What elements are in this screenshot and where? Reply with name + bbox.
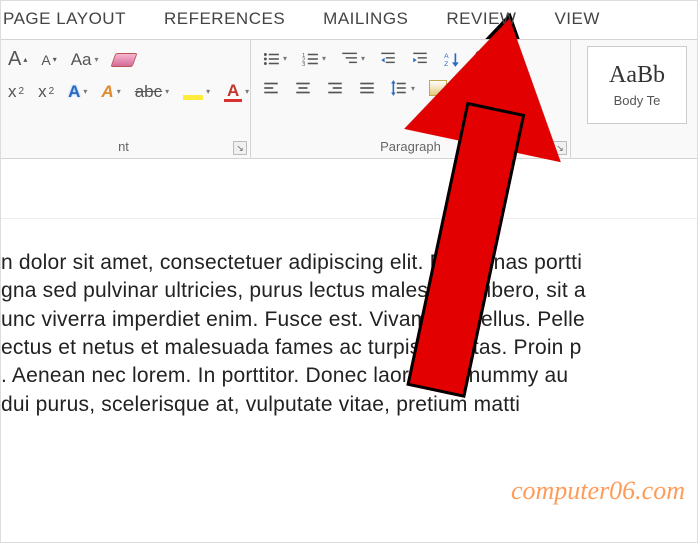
- group-label-paragraph: Paragraph: [259, 139, 562, 156]
- increase-indent-button[interactable]: [408, 48, 432, 70]
- group-font: A▴ A▾ Aa▾ x2 x2 A▾ A▾ abc▾ ▾ A: [1, 40, 251, 158]
- numbering-icon: 123: [301, 50, 319, 68]
- text-effects-button[interactable]: A▾: [65, 80, 90, 104]
- tab-page-layout[interactable]: PAGE LAYOUT: [1, 9, 126, 29]
- watermark-text: computer06.com: [511, 476, 685, 506]
- shading-button[interactable]: ▾: [426, 78, 457, 98]
- svg-text:Z: Z: [444, 60, 448, 67]
- strikethrough-button[interactable]: abc▾: [132, 80, 172, 104]
- tab-references[interactable]: REFERENCES: [164, 9, 285, 29]
- sort-icon: AZ: [443, 50, 461, 68]
- shading-icon: [429, 80, 447, 96]
- align-left-icon: [262, 79, 280, 97]
- eraser-icon: [110, 53, 137, 67]
- doc-line: n dolor sit amet, consectetuer adipiscin…: [1, 249, 697, 277]
- ruler-area: [1, 159, 697, 219]
- line-spacing-icon: [390, 79, 408, 97]
- doc-line: . Aenean nec lorem. In porttitor. Donec …: [1, 362, 697, 390]
- font-color-bar-icon: [224, 99, 242, 102]
- justify-button[interactable]: [355, 77, 379, 99]
- style-name-text: Body Te: [588, 93, 686, 108]
- shrink-font-button[interactable]: A▾: [38, 50, 59, 70]
- tab-review[interactable]: REVIEW: [446, 9, 516, 29]
- align-center-button[interactable]: [291, 77, 315, 99]
- highlight-color-button[interactable]: ▾: [180, 81, 213, 102]
- decrease-indent-button[interactable]: [376, 48, 400, 70]
- tab-mailings[interactable]: MAILINGS: [323, 9, 408, 29]
- style-gallery-item[interactable]: AaBb Body Te: [587, 46, 687, 124]
- subscript-button[interactable]: x2: [5, 80, 27, 104]
- change-case-button[interactable]: Aa▾: [68, 48, 102, 72]
- ribbon-tab-strip: PAGE LAYOUT REFERENCES MAILINGS REVIEW V…: [1, 1, 697, 39]
- group-styles: AaBb Body Te: [571, 40, 697, 158]
- grow-font-button[interactable]: A▴: [5, 46, 30, 73]
- align-right-icon: [326, 79, 344, 97]
- doc-line: unc viverra imperdiet enim. Fusce est. V…: [1, 306, 697, 334]
- group-label-font: nt: [5, 139, 242, 156]
- document-page[interactable]: n dolor sit amet, consectetuer adipiscin…: [1, 219, 697, 419]
- multilevel-icon: [340, 50, 358, 68]
- doc-line: gna sed pulvinar ultricies, purus lectus…: [1, 277, 697, 305]
- doc-line: dui purus, scelerisque at, vulputate vit…: [1, 391, 697, 419]
- tab-view[interactable]: VIEW: [554, 9, 599, 29]
- svg-text:3: 3: [302, 61, 305, 67]
- align-right-button[interactable]: [323, 77, 347, 99]
- align-center-icon: [294, 79, 312, 97]
- superscript-button[interactable]: x2: [35, 80, 57, 104]
- outdent-icon: [379, 50, 397, 68]
- highlight-icon: [183, 95, 203, 100]
- doc-line: ectus et netus et malesuada fames ac tur…: [1, 334, 697, 362]
- group-paragraph: ▾ 123▾ ▾ AZ ¶: [251, 40, 571, 158]
- numbering-button[interactable]: 123▾: [298, 48, 329, 70]
- clear-formatting-button[interactable]: [110, 51, 138, 69]
- bullets-icon: [262, 50, 280, 68]
- paragraph-dialog-launcher[interactable]: ↘: [553, 141, 567, 155]
- font-dialog-launcher[interactable]: ↘: [233, 141, 247, 155]
- show-marks-button[interactable]: ¶: [472, 46, 488, 71]
- style-preview-text: AaBb: [588, 63, 686, 93]
- line-spacing-button[interactable]: ▾: [387, 77, 418, 99]
- borders-icon: [468, 81, 484, 95]
- borders-button[interactable]: ▾: [465, 79, 494, 97]
- font-color-button[interactable]: A ▾: [221, 79, 252, 104]
- char-shading-button[interactable]: A▾: [98, 80, 123, 104]
- bullets-button[interactable]: ▾: [259, 48, 290, 70]
- justify-icon: [358, 79, 376, 97]
- indent-icon: [411, 50, 429, 68]
- sort-button[interactable]: AZ: [440, 48, 464, 70]
- ribbon-body: A▴ A▾ Aa▾ x2 x2 A▾ A▾ abc▾ ▾ A: [1, 39, 697, 159]
- multilevel-list-button[interactable]: ▾: [337, 48, 368, 70]
- align-left-button[interactable]: [259, 77, 283, 99]
- svg-text:A: A: [444, 52, 449, 59]
